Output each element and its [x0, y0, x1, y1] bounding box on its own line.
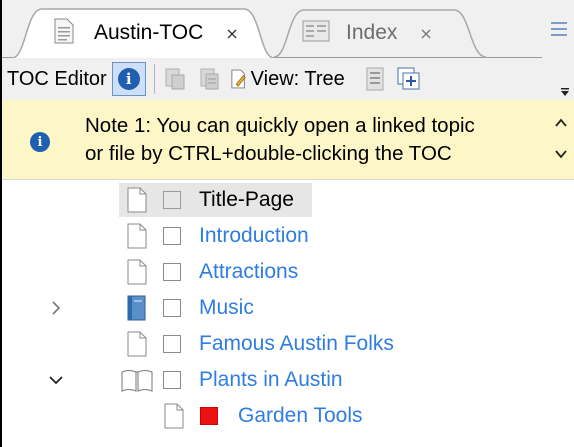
note-text: Note 1: You can quickly open a linked to…: [85, 112, 545, 168]
tree-item-label[interactable]: Introduction: [199, 224, 309, 248]
document-icon: [125, 330, 149, 362]
properties-icon[interactable]: [363, 66, 387, 92]
link-file-icon[interactable]: [197, 66, 221, 92]
tree-item-label: Title-Page: [199, 188, 294, 211]
note-line-2: or file by CTRL+double-clicking the TOC: [85, 142, 452, 165]
toc-tree: Title-Page Introduction Attractions Musi…: [2, 180, 574, 447]
tree-item-label[interactable]: Attractions: [199, 260, 298, 284]
note-line-1: Note 1: You can quickly open a linked to…: [85, 114, 475, 137]
toc-editor-window: Index × Austin-TOC × TOC Editor i View: …: [0, 0, 574, 447]
view-page-edit-icon[interactable]: [231, 66, 247, 92]
tree-item-checkbox[interactable]: [163, 371, 181, 389]
info-icon: i: [117, 68, 140, 90]
tree-item-plants-in-austin[interactable]: Plants in Austin: [2, 362, 574, 398]
tab-austin-toc[interactable]: Austin-TOC ×: [12, 8, 284, 58]
tree-item-label[interactable]: Plants in Austin: [199, 368, 343, 392]
tree-item-music[interactable]: Music: [2, 290, 574, 326]
document-icon: [125, 222, 149, 254]
toc-editor-label: TOC Editor: [7, 67, 107, 90]
tree-item-label[interactable]: Garden Tools: [238, 404, 363, 428]
view-tree-dropdown[interactable]: View: Tree: [251, 68, 345, 91]
tree-item-checkbox[interactable]: [163, 263, 181, 281]
document-icon: [125, 258, 149, 290]
toc-document-icon: [54, 18, 74, 48]
tree-item-attractions[interactable]: Attractions: [2, 254, 574, 290]
chevron-down-icon[interactable]: [46, 370, 66, 390]
tree-item-famous-austin-folks[interactable]: Famous Austin Folks: [2, 326, 574, 362]
tab-austin-toc-label: Austin-TOC: [94, 21, 204, 44]
tab-index[interactable]: Index ×: [274, 8, 496, 58]
tree-item-checkbox[interactable]: [163, 335, 181, 353]
document-icon: [125, 186, 149, 218]
tree-item-checkbox[interactable]: [163, 299, 181, 317]
note-bar: i Note 1: You can quickly open a linked …: [2, 100, 574, 180]
link-topic-icon[interactable]: [163, 66, 187, 92]
tree-item-checkbox[interactable]: [163, 191, 181, 209]
note-scroll-down-icon[interactable]: [554, 146, 568, 165]
chevron-right-icon[interactable]: [46, 298, 66, 318]
tree-item-status-marker[interactable]: [200, 407, 218, 425]
tab-menu-icon[interactable]: [550, 16, 568, 44]
index-icon: [302, 19, 330, 47]
note-scroll-up-icon[interactable]: [554, 115, 568, 134]
tab-index-label: Index: [346, 21, 398, 44]
tree-item-label[interactable]: Famous Austin Folks: [199, 332, 394, 356]
toolbar-overflow-icon[interactable]: [560, 78, 570, 98]
tab-austin-toc-close-button[interactable]: ×: [225, 24, 238, 43]
book-closed-icon: [125, 294, 149, 326]
toolbar: TOC Editor i View: Tree: [2, 58, 574, 100]
info-button[interactable]: i: [111, 62, 146, 96]
document-icon: [162, 402, 186, 434]
note-info-icon: i: [30, 132, 50, 152]
book-open-icon: [120, 366, 154, 398]
tree-item-label[interactable]: Music: [199, 296, 254, 320]
add-topic-icon[interactable]: [397, 66, 421, 92]
tree-item-title-page[interactable]: Title-Page: [2, 182, 574, 218]
tree-item-garden-tools[interactable]: Garden Tools: [2, 398, 574, 434]
tree-item-checkbox[interactable]: [163, 227, 181, 245]
tab-index-close-button[interactable]: ×: [419, 24, 432, 43]
toolbar-separator: [153, 64, 155, 94]
tree-item-introduction[interactable]: Introduction: [2, 218, 574, 254]
